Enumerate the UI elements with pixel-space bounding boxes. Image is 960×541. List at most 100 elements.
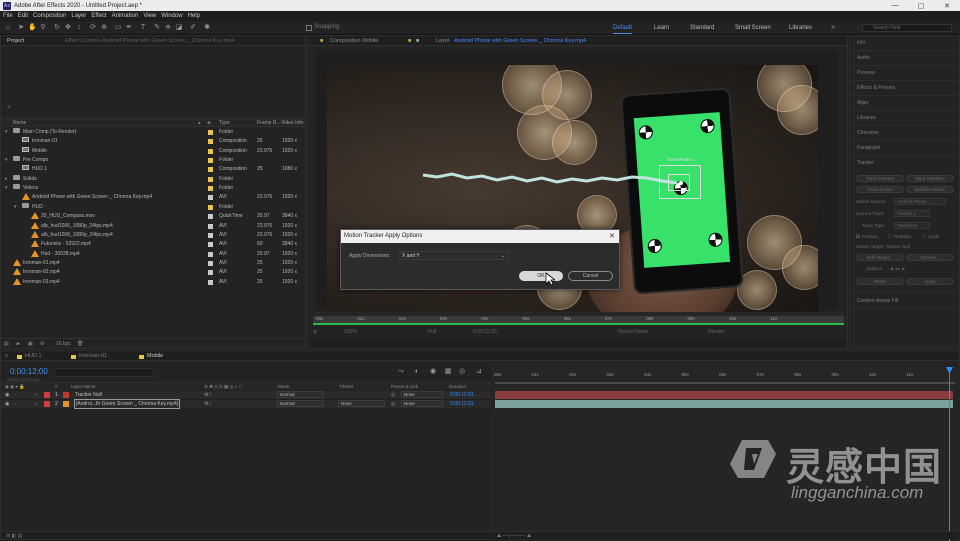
clone-stamp-icon[interactable]: ⎈ — [164, 24, 172, 32]
menu-help[interactable]: Help — [188, 13, 200, 19]
roto-brush-icon[interactable]: ✐ — [189, 24, 197, 32]
layer-label-swatch[interactable] — [44, 392, 50, 398]
pen-tool-icon[interactable]: ✒ — [125, 24, 133, 32]
label-color-swatch[interactable] — [208, 232, 213, 238]
workspace-learn[interactable]: Learn — [654, 25, 669, 31]
panel-effects-presets[interactable]: Effects & Presets — [850, 81, 960, 96]
menu-animation[interactable]: Animation — [112, 13, 139, 19]
project-item[interactable]: Android Phone with Green Screen _ Chroma… — [1, 193, 307, 202]
project-item[interactable]: Mobile Composition 23.976 1920 x — [1, 146, 307, 156]
label-color-swatch[interactable] — [208, 186, 213, 192]
work-area-bar[interactable] — [495, 382, 955, 384]
tab-layer[interactable]: Android Phone with Green Screen _ Chroma… — [454, 38, 586, 44]
current-track-dropdown[interactable]: Tracker 1 — [894, 210, 930, 217]
layer-duration-bar[interactable] — [495, 391, 953, 399]
solo-icon[interactable]: · — [15, 400, 17, 408]
interpret-footage-icon[interactable]: ▤ — [4, 341, 9, 347]
project-item[interactable]: ▾ Videos Folder — [1, 184, 307, 193]
label-color-swatch[interactable] — [208, 130, 213, 135]
frame-blending-icon[interactable]: ▦ — [444, 368, 452, 376]
parent-pickwhip-icon[interactable]: ◎ — [391, 400, 395, 408]
pan-camera-icon[interactable]: ✥ — [64, 24, 72, 32]
draft-3d-icon[interactable]: ◐ — [413, 368, 421, 376]
project-item[interactable]: alb_hud1006_1080p_24fps.mp4 AVI 23.976 1920… — [1, 221, 307, 231]
label-color-swatch[interactable] — [208, 148, 213, 154]
search-layers-input[interactable] — [54, 368, 154, 377]
blend-mode-dropdown[interactable]: Normal — [277, 391, 324, 398]
home-icon[interactable]: ⌂ — [4, 24, 12, 32]
rotation-tool-icon[interactable]: ⟳ — [89, 24, 97, 32]
menu-window[interactable]: Window — [161, 13, 182, 19]
layer-name[interactable]: Tracker Null — [75, 391, 102, 399]
snapping-checkbox[interactable] — [306, 25, 312, 31]
view-dropdown[interactable]: Source Name — [618, 329, 649, 335]
label-color-swatch[interactable] — [208, 139, 213, 145]
tab-composition[interactable]: Composition Mobile — [330, 38, 378, 44]
tab-timeline-hud1[interactable]: HUD 1 — [25, 353, 42, 359]
col-frame-rate[interactable]: Frame R... — [257, 120, 281, 126]
panel-content-aware-fill[interactable]: Content-Aware Fill — [850, 294, 960, 309]
resolution-dropdown[interactable]: Full — [428, 329, 436, 335]
maximize-button[interactable]: ▢ — [908, 0, 934, 11]
motion-blur-icon[interactable]: ◎ — [458, 368, 466, 376]
panel-libraries[interactable]: Libraries — [850, 111, 960, 126]
workspace-standard[interactable]: Standard — [690, 25, 714, 31]
parent-dropdown[interactable]: None — [401, 400, 443, 407]
project-item[interactable]: Ironman-01 Composition 25 1920 x — [1, 137, 307, 146]
pan-behind-icon[interactable]: ⊕ — [100, 24, 108, 32]
orbit-camera-icon[interactable]: ↻ — [53, 24, 61, 32]
label-color-swatch[interactable] — [208, 260, 213, 266]
graph-editor-icon[interactable]: ⊿ — [475, 368, 483, 376]
current-time-display[interactable]: 0:00:12:00 — [10, 367, 48, 376]
layer-label-swatch[interactable] — [44, 401, 50, 407]
magnification-icon[interactable]: ⊕ — [313, 329, 317, 335]
workspace-default[interactable]: Default — [613, 25, 633, 34]
dolly-camera-icon[interactable]: ↕ — [75, 24, 83, 32]
label-color-swatch[interactable] — [208, 214, 213, 220]
panel-character[interactable]: Character — [850, 126, 960, 141]
menu-view[interactable]: View — [143, 13, 156, 19]
comp-flowchart-icon[interactable]: ⤳ — [397, 368, 405, 376]
project-item[interactable]: 29_HUD_Compass.mov QuickTime 29.97 3840 x — [1, 212, 307, 221]
search-icon[interactable]: ⌕ — [7, 104, 11, 112]
project-item[interactable]: ▾ Pre Comps Folder — [1, 156, 307, 165]
reset-button[interactable]: Reset — [856, 278, 904, 285]
chevron-down-icon[interactable]: ▾ — [14, 203, 17, 212]
edit-target-button[interactable]: Edit Target... — [856, 254, 904, 261]
chevron-right-icon[interactable]: ▸ — [5, 175, 8, 184]
project-item[interactable]: ▸ Solids Folder — [1, 174, 307, 184]
lock-icon[interactable]: ■ — [320, 38, 323, 44]
label-color-swatch[interactable] — [208, 195, 213, 201]
track-type-dropdown[interactable]: Transform — [894, 222, 930, 229]
visibility-eye-icon[interactable]: ◉ — [5, 400, 9, 408]
label-color-swatch[interactable] — [208, 176, 213, 182]
track-motion-button[interactable]: Track Motion — [856, 186, 904, 193]
stabilize-motion-button[interactable]: Stabilize Motion — [906, 186, 954, 193]
label-color-swatch[interactable] — [208, 242, 213, 248]
tab-project[interactable]: Project — [7, 38, 24, 44]
ok-button[interactable]: OK — [519, 271, 563, 281]
blend-mode-dropdown[interactable]: Normal — [277, 400, 324, 407]
project-item[interactable]: ▾ HUD Folder — [1, 202, 307, 212]
project-item[interactable]: Futuristic - 52922.mp4 AVI 60 3840 x — [1, 240, 307, 249]
expand-layer-icon[interactable]: › — [35, 400, 37, 408]
panel-audio[interactable]: Audio — [850, 51, 960, 66]
analyze-backward-icon[interactable]: ◂| ◂ ▸ |▸ — [890, 266, 905, 272]
track-matte-dropdown[interactable]: None — [338, 400, 385, 407]
sort-arrow-icon[interactable]: ▴ — [198, 120, 201, 126]
project-item[interactable]: HUD 1 Composition 25 1080 x — [1, 165, 307, 174]
menu-edit[interactable]: Edit — [18, 13, 28, 19]
panel-info[interactable]: Info — [850, 36, 960, 51]
parent-dropdown[interactable]: None — [401, 391, 443, 398]
menu-file[interactable]: File — [3, 13, 13, 19]
time-ruler[interactable]: 00s 01s 02s 03s 04s 05s 06s 07s 08s 09s 10s 11s — [491, 367, 960, 384]
puppet-pin-icon[interactable]: ✱ — [203, 24, 211, 32]
type-tool-icon[interactable]: T — [139, 24, 147, 32]
minimize-button[interactable]: — — [882, 0, 908, 11]
close-window-button[interactable]: ✕ — [934, 0, 960, 11]
new-folder-icon[interactable]: ▰ — [16, 341, 20, 347]
rotation-checkbox-icon[interactable]: ☐ — [888, 234, 892, 240]
workspace-libraries[interactable]: Libraries — [789, 25, 812, 31]
label-color-swatch[interactable] — [208, 251, 213, 257]
current-time-display[interactable]: 0:00:12:00 — [473, 329, 497, 335]
